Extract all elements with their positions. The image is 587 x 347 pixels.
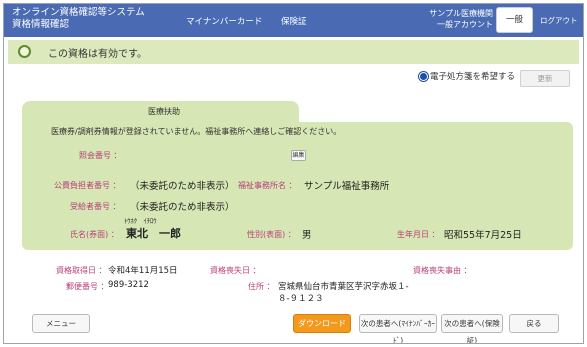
status-banner: この資格は有効です。 xyxy=(8,40,579,64)
welfare-office-label: 福祉事務所名 ： xyxy=(238,181,297,190)
address-line2: ８-９１２３ xyxy=(278,294,324,304)
eprescription-label[interactable]: 電子処方箋を希望する xyxy=(430,70,515,82)
update-button[interactable]: 更新 xyxy=(520,70,570,87)
postal-code-value: 989-3212 xyxy=(108,280,149,290)
next-patient-mynumber-button[interactable]: 次の患者へ(ﾏｲﾅﾝﾊﾞｰｶｰﾄﾞ) xyxy=(359,314,437,343)
gender-value: 男 xyxy=(302,230,312,241)
reference-number-label: 照会番号 ： xyxy=(79,151,122,160)
nav-insurance-card[interactable]: 保険証 xyxy=(281,15,307,27)
back-button[interactable]: 戻る xyxy=(509,314,559,333)
panel-message: 医療券/調剤券情報が登録されていません。福祉事務所へ連絡しご確認ください。 xyxy=(51,127,342,136)
payer-number-value: （未委託のため非表示） xyxy=(130,181,235,192)
nav-mynumber-card[interactable]: マイナンバーカード xyxy=(186,15,262,27)
name-kana: ﾄｳﾎｸ ｲﾁﾛｳ xyxy=(124,217,157,225)
recipient-number-value: （未委託のため非表示） xyxy=(130,202,235,213)
name-label: 氏名(券面) ： xyxy=(70,230,119,239)
download-button[interactable]: ダウンロード xyxy=(293,314,351,333)
lost-date-label: 資格喪失日 ： xyxy=(210,266,261,275)
name-value: 東北 一郎 xyxy=(126,227,181,240)
general-account-button[interactable]: 一般 xyxy=(496,7,533,33)
address-label: 住所 ： xyxy=(248,282,275,291)
status-message: この資格は有効です。 xyxy=(48,49,147,60)
app-window: オンライン資格確認等システム 資格情報確認 マイナンバーカード 保険証 サンプル… xyxy=(3,3,584,344)
lost-reason-label: 資格喪失事由 ： xyxy=(413,266,472,275)
account-type: 一般アカウント xyxy=(437,20,493,29)
next-patient-insurance-button[interactable]: 次の患者へ(保険証) xyxy=(441,314,503,343)
payer-number-label: 公費負担者番号 ： xyxy=(54,181,121,190)
acquired-date-label: 資格取得日 ： xyxy=(56,266,107,275)
acquired-date-value: 令和4年11月15日 xyxy=(108,266,178,276)
organization-info: サンプル医療機関 一般アカウント xyxy=(413,8,493,30)
address-line1: 宮城県仙台市青葉区芋沢字赤坂１- xyxy=(278,282,409,292)
logout-link[interactable]: ログアウト xyxy=(540,15,578,26)
gender-label: 性別(表面) ： xyxy=(247,230,296,239)
system-title: オンライン資格確認等システム 資格情報確認 xyxy=(12,7,145,31)
birthdate-label: 生年月日 ： xyxy=(397,230,440,239)
welfare-office-value: サンプル福祉事務所 xyxy=(304,181,390,192)
postal-code-label: 郵便番号 ： xyxy=(66,282,109,291)
birthdate-value: 昭和55年7月25日 xyxy=(444,230,522,241)
organization-name: サンプル医療機関 xyxy=(429,9,493,18)
recipient-number-label: 受給者番号 ： xyxy=(70,202,121,211)
eprescription-radio[interactable] xyxy=(420,73,427,80)
system-title-line1: オンライン資格確認等システム xyxy=(12,7,145,18)
app-header: オンライン資格確認等システム 資格情報確認 マイナンバーカード 保険証 サンプル… xyxy=(4,4,583,37)
edit-button[interactable]: 編集 xyxy=(291,150,306,161)
valid-circle-icon xyxy=(18,45,31,58)
menu-button[interactable]: メニュー xyxy=(32,314,90,333)
medical-aid-tab-label: 医療扶助 xyxy=(148,107,180,116)
system-title-line2: 資格情報確認 xyxy=(12,19,70,30)
